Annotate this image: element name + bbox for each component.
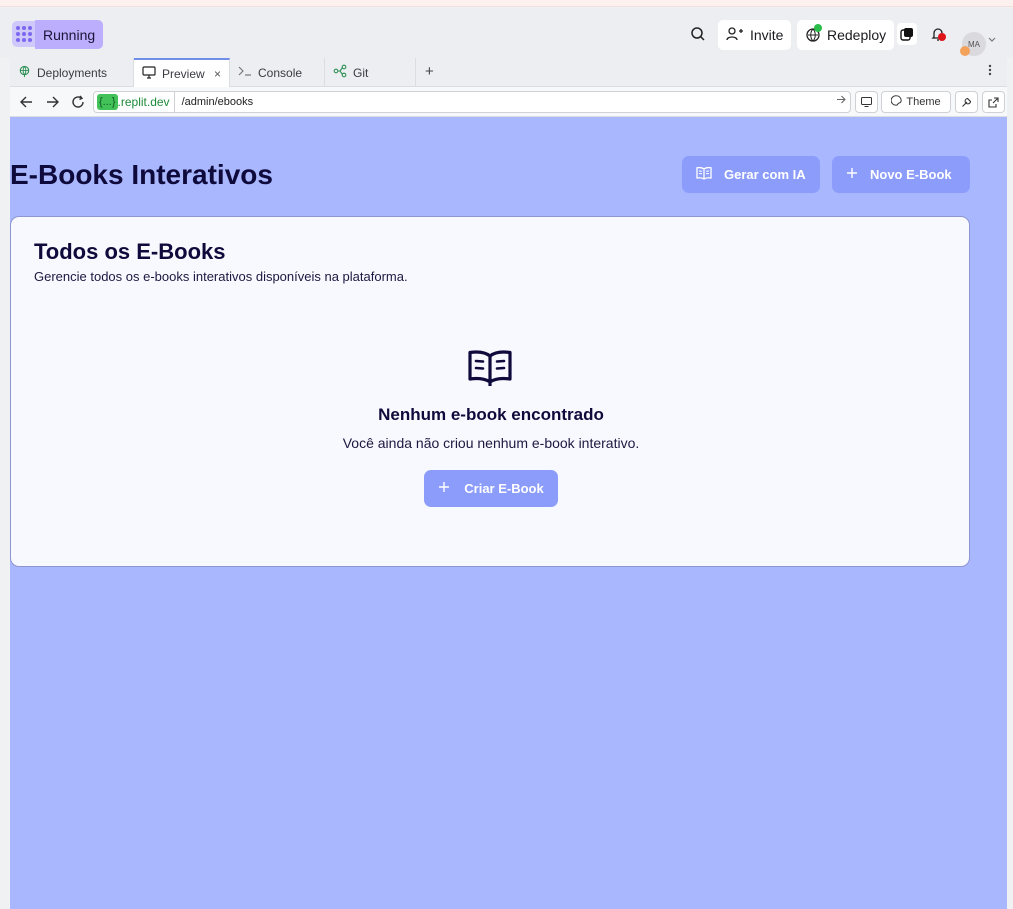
card-subtitle: Gerencie todos os e-books interativos di…: [34, 269, 408, 284]
reload-icon[interactable]: [70, 94, 86, 110]
generate-ai-label: Gerar com IA: [724, 167, 806, 182]
book-open-icon: [468, 348, 512, 388]
back-icon[interactable]: [18, 94, 34, 110]
url-chip: {...}: [97, 94, 118, 110]
redeploy-icon: [805, 24, 822, 43]
close-icon[interactable]: ×: [214, 67, 221, 81]
status-dot: [814, 24, 822, 32]
monitor-icon: [142, 66, 156, 82]
preview-pane: E-Books Interativos Gerar com IA Novo E-…: [10, 117, 1007, 909]
device-preview-icon[interactable]: [855, 91, 878, 113]
app-header: Running Invite Redeploy MA: [0, 8, 1013, 58]
book-open-icon: [696, 166, 712, 183]
devtools-icon[interactable]: [955, 91, 978, 113]
search-icon[interactable]: [689, 25, 707, 43]
url-path: /admin/ebooks: [181, 96, 254, 108]
replit-logo-icon[interactable]: [12, 21, 36, 47]
url-input[interactable]: {...} .replit.dev /admin/ebooks: [93, 91, 851, 113]
tab-git[interactable]: Git: [325, 58, 416, 87]
running-status-label: Running: [43, 26, 96, 43]
card-title: Todos os E-Books: [34, 239, 226, 264]
tab-deployments[interactable]: Deployments: [10, 58, 134, 87]
open-new-tab-icon[interactable]: [982, 91, 1005, 113]
tab-console[interactable]: Console: [230, 58, 325, 87]
forward-icon[interactable]: [44, 94, 60, 110]
plus-icon: [846, 167, 858, 182]
tab-label: Git: [353, 65, 369, 80]
add-tab-button[interactable]: +: [425, 63, 434, 80]
add-user-icon: [726, 26, 744, 45]
new-ebook-label: Novo E-Book: [870, 167, 952, 182]
redeploy-label: Redeploy: [827, 27, 887, 43]
palette-icon: [891, 95, 903, 109]
create-ebook-label: Criar E-Book: [464, 481, 544, 496]
git-branch-icon: [333, 64, 347, 81]
running-status-button[interactable]: Running: [35, 20, 104, 49]
empty-state-title: Nenhum e-book encontrado: [378, 405, 604, 424]
tab-label: Preview: [162, 67, 205, 81]
tab-bar: Deployments Preview × Console Git +: [10, 58, 1007, 88]
ebooks-card: Todos os E-Books Gerencie todos os e-boo…: [10, 216, 970, 567]
notification-dot: [938, 33, 946, 41]
plus-icon: [438, 481, 450, 496]
terminal-icon: [238, 65, 252, 80]
url-domain: .replit.dev: [117, 95, 170, 109]
url-bar: {...} .replit.dev /admin/ebooks Theme: [10, 87, 1007, 117]
generate-ai-button[interactable]: Gerar com IA: [682, 156, 820, 193]
url-divider: [173, 92, 175, 112]
chevron-down-icon[interactable]: [987, 35, 997, 45]
tab-label: Deployments: [37, 65, 108, 80]
tab-label: Console: [258, 65, 303, 80]
window-top-strip: [0, 0, 1013, 7]
avatar-badge: [960, 46, 970, 56]
invite-button[interactable]: Invite: [718, 20, 792, 50]
workspace-toggle-icon[interactable]: [897, 23, 917, 45]
theme-label: Theme: [906, 96, 941, 108]
go-arrow-icon[interactable]: [836, 95, 846, 107]
invite-label: Invite: [750, 27, 784, 43]
create-ebook-button[interactable]: Criar E-Book: [424, 470, 558, 507]
globe-icon: [18, 65, 31, 81]
tab-preview[interactable]: Preview ×: [134, 58, 230, 88]
page-title: E-Books Interativos: [10, 159, 273, 190]
new-ebook-button[interactable]: Novo E-Book: [832, 156, 970, 193]
theme-button[interactable]: Theme: [881, 91, 951, 113]
more-options-icon[interactable]: [988, 63, 992, 80]
empty-state-text: Você ainda não criou nenhum e-book inter…: [342, 435, 640, 451]
redeploy-button[interactable]: Redeploy: [797, 20, 895, 50]
avatar-initials: MA: [968, 39, 980, 49]
